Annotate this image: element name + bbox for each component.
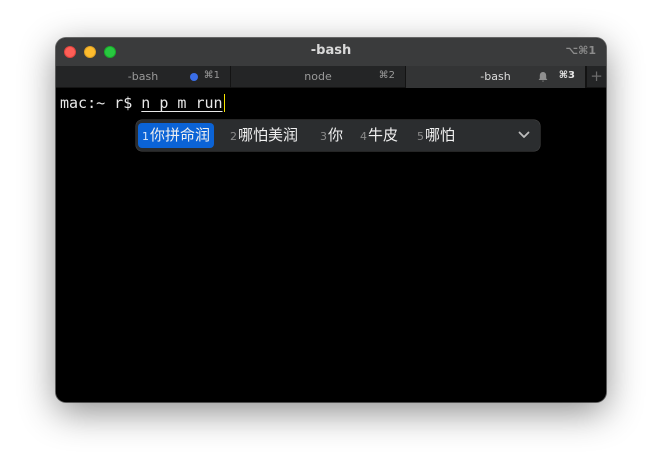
- tab-bar: -bash ⌘1 node ⌘2 -bash ⌘3 +: [56, 66, 606, 88]
- activity-dot-icon: [190, 73, 198, 81]
- tab-shortcut: ⌘3: [558, 70, 575, 81]
- window-title: -bash: [310, 43, 352, 58]
- text-caret: [223, 94, 226, 112]
- tab-bash-3[interactable]: -bash ⌘3: [406, 66, 586, 88]
- candidate-3[interactable]: 3你: [320, 123, 343, 148]
- candidate-number: 4: [360, 130, 367, 143]
- ime-candidate-window: 1你拼命润 2哪怕美润 3你 4牛皮 5哪怕: [136, 120, 540, 151]
- candidate-4[interactable]: 4牛皮: [360, 123, 398, 148]
- title-bar[interactable]: -bash ⌥⌘1: [56, 38, 606, 66]
- chevron-down-icon[interactable]: [518, 130, 530, 140]
- candidate-number: 5: [417, 130, 424, 143]
- terminal-content[interactable]: mac:~ r$ n p m run 1你拼命润 2哪怕美润 3你 4牛皮 5哪…: [56, 88, 606, 402]
- candidate-text: 你: [328, 126, 344, 144]
- ime-composition-text: n p m run: [141, 94, 223, 112]
- candidate-5[interactable]: 5哪怕: [417, 123, 455, 148]
- candidate-number: 2: [230, 130, 237, 143]
- tab-shortcut: ⌘1: [203, 70, 220, 81]
- terminal-window: -bash ⌥⌘1 -bash ⌘1 node ⌘2 -bash ⌘3 + ma…: [56, 38, 606, 402]
- command-line: mac:~ r$ n p m run: [60, 94, 226, 112]
- candidate-1[interactable]: 1你拼命润: [138, 123, 215, 148]
- candidate-2[interactable]: 2哪怕美润: [230, 123, 298, 148]
- window-shortcut: ⌥⌘1: [565, 44, 596, 57]
- new-tab-button[interactable]: +: [586, 66, 606, 88]
- prompt: mac:~ r$: [60, 94, 142, 112]
- candidate-text: 你拼命润: [150, 126, 211, 144]
- candidate-number: 1: [142, 130, 149, 143]
- tab-node[interactable]: node ⌘2: [231, 66, 406, 88]
- candidate-text: 哪怕: [425, 126, 456, 144]
- candidate-text: 哪怕美润: [238, 126, 299, 144]
- candidate-text: 牛皮: [368, 126, 399, 144]
- tab-shortcut: ⌘2: [378, 70, 395, 81]
- candidate-number: 3: [320, 130, 327, 143]
- bell-icon: [538, 72, 548, 82]
- tab-bash-1[interactable]: -bash ⌘1: [56, 66, 231, 88]
